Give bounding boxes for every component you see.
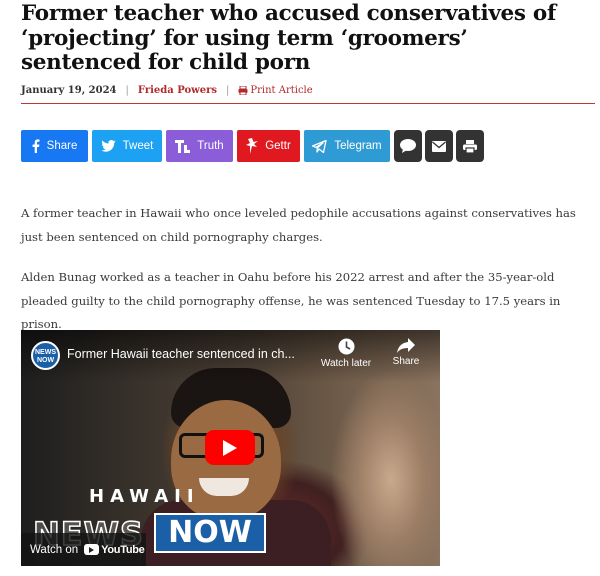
youtube-play-icon xyxy=(84,544,100,555)
twitter-share-label: Tweet xyxy=(122,140,154,152)
youtube-logo: YouTube xyxy=(84,543,145,556)
truth-share-label: Truth xyxy=(197,140,224,152)
facebook-share-label: Share xyxy=(46,140,78,152)
truth-social-icon xyxy=(175,139,191,153)
overlay-now-text: NOW xyxy=(154,513,266,553)
email-share-button[interactable] xyxy=(425,130,453,162)
header-divider xyxy=(21,103,595,104)
overlay-hawaii-text: HAWAII xyxy=(89,486,200,507)
watch-later-label: Watch later xyxy=(320,358,372,369)
meta-separator: | xyxy=(226,84,230,96)
video-share-button[interactable]: Share xyxy=(376,338,436,367)
channel-logo-text: NEWS xyxy=(35,349,56,356)
watch-later-button[interactable]: Watch later xyxy=(316,338,376,369)
watch-on-youtube-button[interactable]: Watch on YouTube xyxy=(21,533,146,566)
publish-date: January 19, 2024 xyxy=(21,84,117,96)
print-article-link[interactable]: Print Article xyxy=(238,84,313,96)
telegram-icon xyxy=(312,139,327,153)
sms-share-button[interactable] xyxy=(394,130,422,162)
play-button[interactable] xyxy=(205,430,255,465)
embedded-video-player[interactable]: NEWS NOW Former Hawaii teacher sentenced… xyxy=(21,330,440,566)
video-share-label: Share xyxy=(392,356,420,367)
printer-icon xyxy=(463,139,477,153)
video-title[interactable]: Former Hawaii teacher sentenced in ch... xyxy=(67,347,317,361)
channel-logo[interactable]: NEWS NOW xyxy=(31,341,60,370)
author-link[interactable]: Frieda Powers xyxy=(138,85,217,96)
meta-separator: | xyxy=(125,84,129,96)
play-icon xyxy=(223,439,237,456)
youtube-label: YouTube xyxy=(101,543,145,556)
clock-icon xyxy=(338,338,354,355)
envelope-icon xyxy=(432,140,446,152)
printer-icon xyxy=(238,85,248,95)
article-paragraph: A former teacher in Hawaii who once leve… xyxy=(21,206,576,244)
print-article-label: Print Article xyxy=(250,84,313,96)
telegram-share-label: Telegram xyxy=(334,140,382,152)
chat-bubble-icon xyxy=(400,139,416,153)
share-bar: Share Tweet Truth Gettr Telegram xyxy=(21,130,487,163)
facebook-share-button[interactable]: Share xyxy=(21,130,88,162)
gettr-share-label: Gettr xyxy=(265,140,291,152)
article-paragraph: Alden Bunag worked as a teacher in Oahu … xyxy=(21,270,561,331)
gettr-icon xyxy=(246,138,259,154)
facebook-icon xyxy=(32,139,40,153)
twitter-share-button[interactable]: Tweet xyxy=(92,130,162,162)
twitter-icon xyxy=(100,140,116,152)
print-share-button[interactable] xyxy=(456,130,484,162)
telegram-share-button[interactable]: Telegram xyxy=(304,130,390,162)
truth-share-button[interactable]: Truth xyxy=(166,130,233,162)
gettr-share-button[interactable]: Gettr xyxy=(237,130,300,162)
share-arrow-icon xyxy=(397,338,415,353)
channel-logo-text: NOW xyxy=(36,357,55,364)
article-headline: Former teacher who accused conservatives… xyxy=(21,1,556,75)
article-meta: January 19, 2024 | Frieda Powers | Print… xyxy=(21,83,313,97)
watch-on-label: Watch on xyxy=(30,543,79,556)
